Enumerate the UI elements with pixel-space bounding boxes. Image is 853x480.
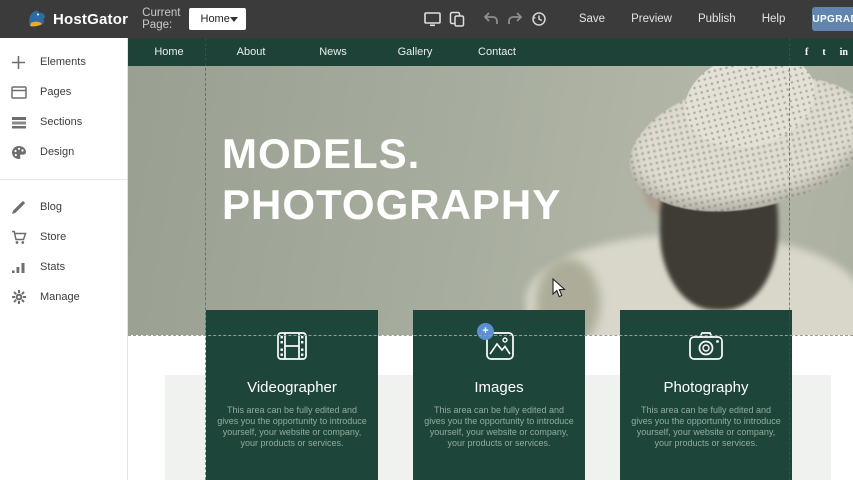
sidebar-item-store[interactable]: Store	[0, 222, 127, 252]
editor-actions: Save Preview Publish Help	[566, 13, 799, 25]
card-images[interactable]: + Images This area can be fully edited a…	[413, 310, 585, 480]
preview-mode-icons	[424, 10, 548, 28]
card-body: This area can be fully edited and gives …	[424, 405, 574, 449]
sidebar-item-label: Blog	[40, 201, 62, 213]
image-plus-icon: +	[413, 330, 585, 366]
sidebar-item-label: Design	[40, 146, 74, 158]
sidebar-item-label: Sections	[40, 116, 82, 128]
sections-icon	[10, 114, 27, 131]
save-button[interactable]: Save	[566, 13, 618, 25]
film-icon	[206, 330, 378, 366]
sidebar-item-label: Stats	[40, 261, 65, 273]
sidebar-item-label: Manage	[40, 291, 80, 303]
nav-item-gallery[interactable]: Gallery	[374, 46, 456, 58]
current-page-value: Home	[201, 13, 230, 25]
sidebar-item-elements[interactable]: Elements	[0, 47, 127, 77]
hero-title-line1: MODELS.	[222, 128, 561, 179]
chart-icon	[10, 259, 27, 276]
sidebar-item-sections[interactable]: Sections	[0, 107, 127, 137]
upgrade-button[interactable]: UPGRADE	[812, 7, 853, 31]
twitter-icon[interactable]: t	[822, 47, 825, 58]
card-photography[interactable]: Photography This area can be fully edite…	[620, 310, 792, 480]
undo-icon[interactable]	[482, 10, 500, 28]
camera-icon	[620, 330, 792, 366]
sidebar-item-stats[interactable]: Stats	[0, 252, 127, 282]
card-videographer[interactable]: Videographer This area can be fully edit…	[206, 310, 378, 480]
editor-topbar: HostGator Current Page: Home S	[0, 0, 853, 38]
history-icon[interactable]	[530, 10, 548, 28]
current-page-label: Current Page:	[142, 7, 180, 31]
sidebar-item-label: Pages	[40, 86, 71, 98]
preview-button[interactable]: Preview	[618, 13, 685, 25]
social-links: f t in	[805, 38, 848, 66]
gear-icon	[10, 289, 27, 306]
feature-cards: Videographer This area can be fully edit…	[206, 310, 792, 480]
facebook-icon[interactable]: f	[805, 47, 808, 58]
hostgator-logo-icon	[26, 8, 48, 30]
nav-item-home[interactable]: Home	[128, 46, 210, 58]
sidebar-item-label: Elements	[40, 56, 86, 68]
linkedin-icon[interactable]: in	[840, 47, 848, 58]
desktop-preview-icon[interactable]	[424, 10, 442, 28]
card-title: Videographer	[206, 379, 378, 396]
pages-icon	[10, 84, 27, 101]
pencil-icon	[10, 199, 27, 216]
add-image-badge[interactable]: +	[477, 323, 494, 340]
help-button[interactable]: Help	[749, 13, 799, 25]
card-title: Images	[413, 379, 585, 396]
site-canvas: Home About News Gallery Contact f t in M…	[128, 38, 853, 480]
card-body: This area can be fully edited and gives …	[631, 405, 781, 449]
redo-icon[interactable]	[506, 10, 524, 28]
current-page-select[interactable]: Home	[189, 8, 246, 30]
chevron-down-icon	[230, 17, 238, 22]
site-navbar: Home About News Gallery Contact f t in	[128, 38, 853, 66]
sidebar-item-manage[interactable]: Manage	[0, 282, 127, 312]
card-body: This area can be fully edited and gives …	[217, 405, 367, 449]
plus-icon	[10, 54, 27, 71]
sidebar-item-label: Store	[40, 231, 66, 243]
logo-text: HostGator	[53, 11, 128, 28]
nav-item-about[interactable]: About	[210, 46, 292, 58]
editor-sidebar: Elements Pages Sections Design Blog	[0, 38, 128, 480]
hero-title-line2: PHOTOGRAPHY	[222, 179, 561, 230]
palette-icon	[10, 144, 27, 161]
cart-icon	[10, 229, 27, 246]
nav-item-news[interactable]: News	[292, 46, 374, 58]
sidebar-item-pages[interactable]: Pages	[0, 77, 127, 107]
sidebar-item-blog[interactable]: Blog	[0, 192, 127, 222]
card-title: Photography	[620, 379, 792, 396]
hero-section[interactable]: MODELS. PHOTOGRAPHY	[128, 66, 853, 335]
hero-title[interactable]: MODELS. PHOTOGRAPHY	[222, 128, 561, 230]
publish-button[interactable]: Publish	[685, 13, 749, 25]
nav-item-contact[interactable]: Contact	[456, 46, 538, 58]
sidebar-divider	[0, 179, 127, 180]
hostgator-logo: HostGator	[26, 8, 128, 30]
sidebar-item-design[interactable]: Design	[0, 137, 127, 167]
hostgator-site-builder: HostGator Current Page: Home S	[0, 0, 853, 480]
mobile-preview-icon[interactable]	[448, 10, 466, 28]
